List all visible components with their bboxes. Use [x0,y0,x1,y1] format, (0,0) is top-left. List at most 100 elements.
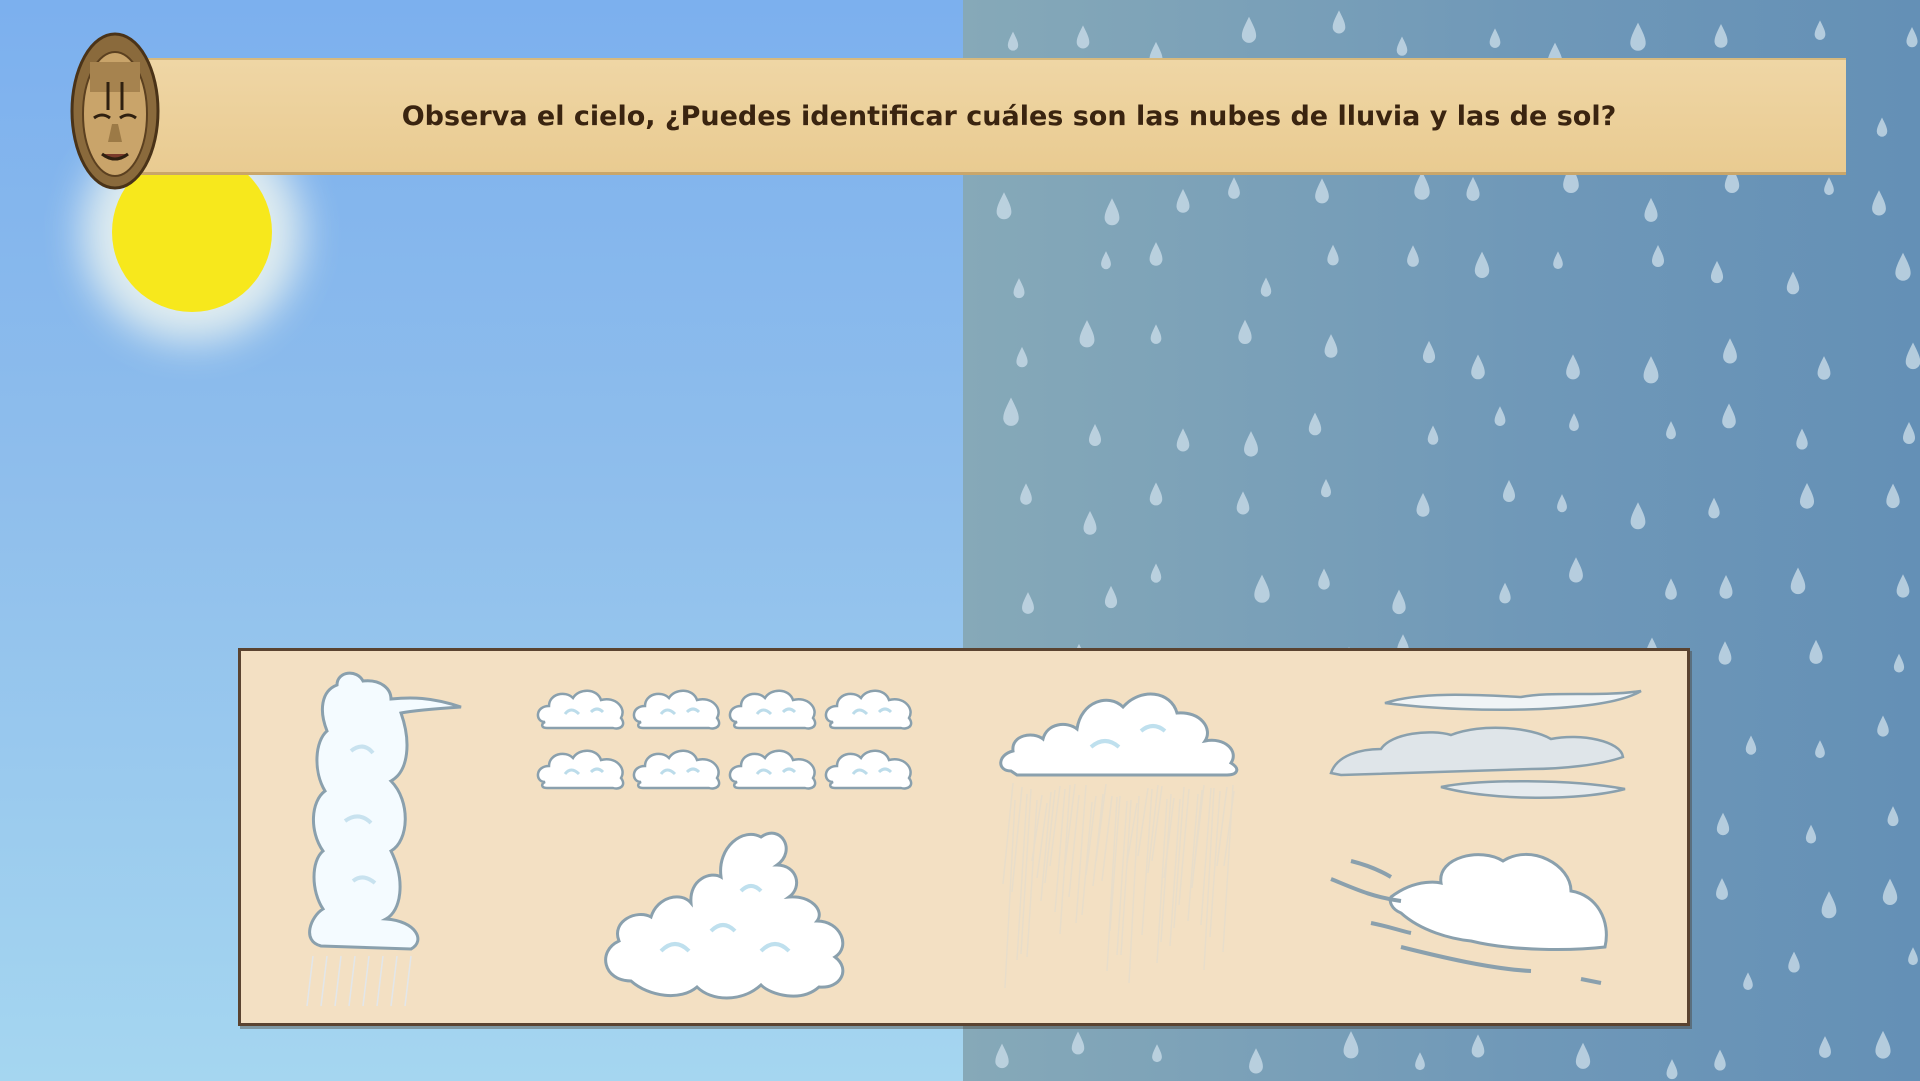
raindrop-icon [1719,575,1733,599]
raindrop-icon [1569,557,1583,583]
raindrop-icon [1327,244,1339,266]
raindrop-icon [1241,16,1257,43]
raindrop-icon [1714,24,1728,48]
raindrop-icon [1076,25,1090,49]
mask-icon[interactable] [70,32,160,190]
question-banner: Observa el cielo, ¿Puedes identificar cu… [132,58,1846,175]
raindrop-icon [1799,482,1815,509]
rain-streak [1187,793,1199,922]
raindrop-icon [1788,951,1800,973]
raindrop-icon [1332,10,1346,34]
raindrop-icon [1324,334,1338,358]
raindrop-icon [1007,31,1019,51]
raindrop-icon [1877,715,1889,737]
raindrop-icon [1260,277,1272,297]
raindrop-icon [1071,1031,1085,1055]
raindrop-icon [1630,22,1646,51]
raindrop-icon [1643,356,1659,384]
raindrop-icon [1644,197,1658,222]
raindrop-icon [1790,567,1806,595]
cloud-nimbostratus-rain[interactable] [999,692,1239,989]
raindrop-icon [1896,574,1910,598]
raindrop-icon [1819,1036,1831,1058]
raindrop-icon [1176,189,1190,213]
raindrop-icon [1566,354,1580,380]
raindrop-icon [1236,491,1250,515]
raindrop-icon [1254,574,1270,603]
raindrop-icon [1575,1042,1591,1069]
raindrop-icon [1020,483,1032,505]
raindrop-icon [1089,424,1101,446]
rain-streak [1054,788,1066,913]
raindrop-icon [995,1043,1009,1069]
raindrop-icon [1815,740,1825,759]
raindrop-icon [1786,271,1800,295]
raindrop-icon [996,192,1012,220]
raindrop-icon [1743,972,1753,990]
clouds-board [238,648,1690,1026]
raindrop-icon [1494,406,1506,426]
cloud-cumulonimbus[interactable] [306,671,462,1007]
raindrop-icon [1149,482,1163,506]
raindrop-icon [1876,117,1888,137]
raindrop-icon [1489,28,1501,48]
raindrop-icon [1422,340,1436,364]
raindrop-icon [1003,397,1019,426]
rain-streak [1209,790,1221,938]
raindrop-icon [1079,320,1095,348]
raindrop-icon [1895,252,1911,281]
raindrop-icon [1016,346,1028,368]
raindrop-icon [1176,428,1190,452]
rain-streak [1163,797,1175,879]
raindrop-icon [1249,1048,1263,1074]
raindrop-icon [1716,878,1728,900]
raindrop-icon [1150,324,1162,344]
raindrop-icon [1471,1034,1485,1058]
raindrop-icon [1471,354,1485,380]
raindrop-icon [1343,1031,1359,1059]
raindrop-icon [1474,251,1490,278]
cloud-stratus[interactable] [1329,689,1642,799]
raindrop-icon [1630,502,1646,530]
raindrop-icon [1652,245,1664,267]
clouds-illustration [306,671,1642,1007]
raindrop-icon [1569,413,1579,432]
rain-streak [1109,795,1121,932]
raindrop-icon [1886,483,1900,509]
raindrop-icon [1817,356,1831,380]
raindrop-icon [1499,582,1511,604]
raindrop-icon [1665,578,1677,600]
raindrop-icon [1150,563,1162,583]
raindrop-icon [1238,319,1252,344]
raindrop-icon [1104,585,1118,609]
raindrop-icon [1321,479,1331,498]
raindrop-icon [1083,511,1097,535]
cloud-cumulus-small[interactable] [536,689,913,791]
raindrop-icon [1708,497,1720,519]
raindrop-icon [1503,480,1515,502]
rain-streak [1095,783,1107,862]
raindrop-icon [1427,425,1439,445]
raindrop-icon [1315,178,1329,204]
raindrop-icon [1466,176,1480,201]
raindrop-icon [1903,422,1915,444]
raindrop-icon [1318,568,1330,590]
raindrop-icon [1872,190,1886,216]
raindrop-icon [1809,639,1823,664]
cloud-cumulus-puffy[interactable] [604,831,845,1000]
raindrop-icon [1887,806,1899,827]
raindrop-icon [1821,891,1837,919]
rain-streak [1141,788,1153,936]
raindrop-icon [1244,431,1258,457]
raindrop-icon [1022,592,1034,614]
raindrop-icon [1396,36,1408,56]
raindrop-icon [1905,342,1920,370]
raindrop-icon [1805,824,1817,844]
rain-streak [1004,799,1016,989]
rain-streak [1178,788,1190,906]
raindrop-icon [1723,338,1737,364]
raindrop-icon [1722,403,1736,429]
raindrop-icon [1714,1049,1726,1071]
cloud-windy[interactable] [1330,852,1608,985]
raindrop-icon [1101,251,1111,270]
